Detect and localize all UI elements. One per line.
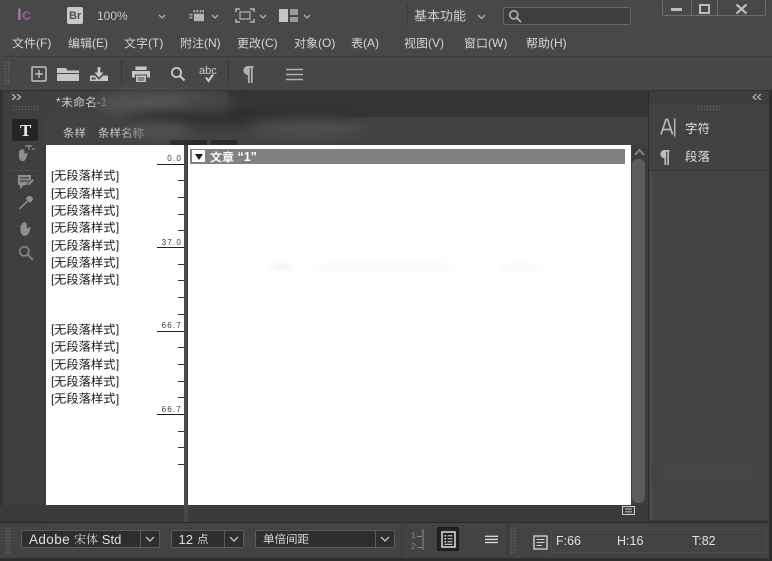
svg-text:1: 1 xyxy=(411,530,416,540)
svg-text:abc: abc xyxy=(199,65,217,77)
svg-text:2: 2 xyxy=(411,541,416,551)
